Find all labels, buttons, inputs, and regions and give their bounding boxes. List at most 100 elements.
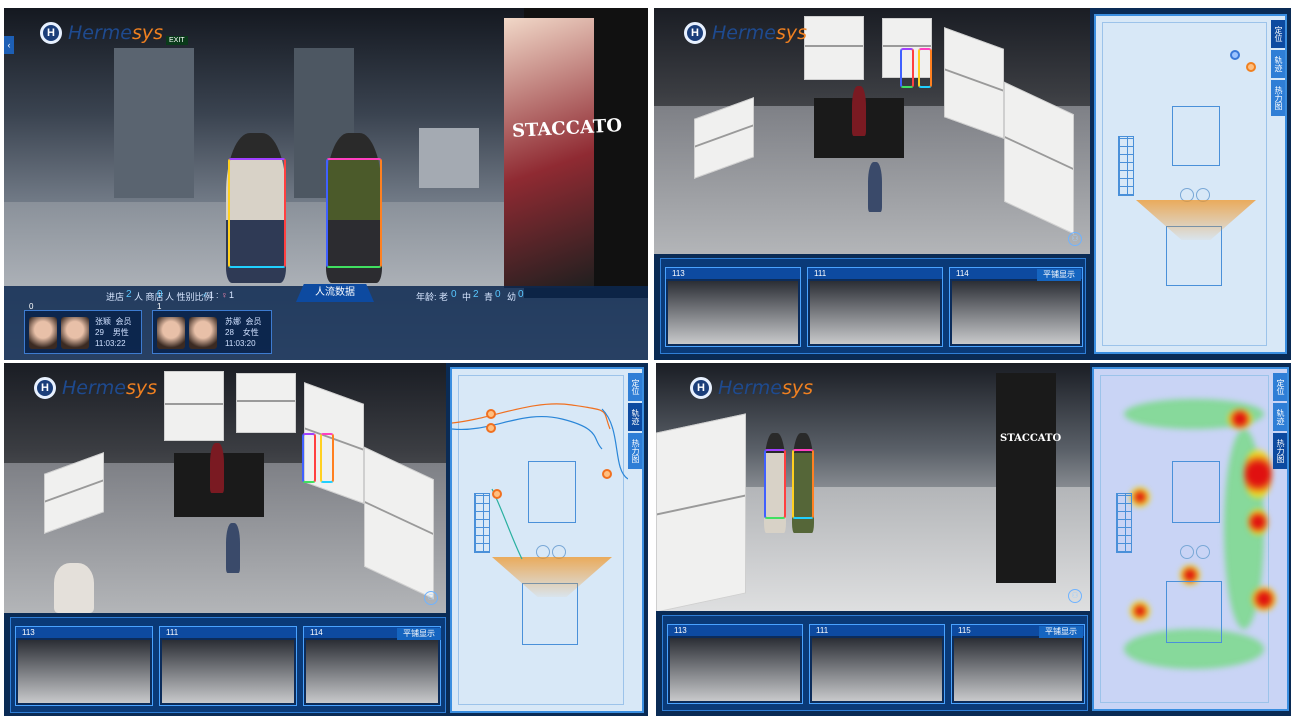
face-snapshot: [157, 317, 185, 349]
age-old-count: 0: [451, 289, 457, 300]
elevator: [114, 48, 194, 198]
tab-trajectory[interactable]: 轨迹: [628, 403, 642, 431]
heatmap-hotspot: [1244, 449, 1272, 499]
tab-trajectory[interactable]: 轨迹: [1271, 50, 1285, 78]
age-young-count: 0: [495, 289, 501, 300]
person-name: 张颖: [95, 317, 111, 326]
exit-sign: EXIT: [166, 36, 188, 45]
pose-skeleton: [792, 449, 814, 519]
grid-area: [1118, 136, 1134, 196]
room: [1172, 106, 1220, 166]
face-card[interactable]: 0 张颖 会员 29 男性 11:03:22: [24, 302, 142, 354]
camera-thumb[interactable]: 113: [665, 267, 801, 347]
heatmap-hotspot: [1248, 509, 1268, 535]
logo-text: Hermesys: [718, 377, 814, 399]
female-icon: ♀: [221, 290, 228, 300]
camera-thumb[interactable]: 113: [667, 624, 803, 704]
male-icon: ♂: [201, 290, 208, 300]
brand-logo: H Hermesys: [40, 22, 163, 44]
tab-positioning[interactable]: 定位: [628, 373, 642, 401]
person-icon[interactable]: ⚇: [1068, 589, 1082, 603]
location-dot: [486, 423, 496, 433]
brand-logo: H Hermesys: [690, 377, 813, 399]
location-dot: [486, 409, 496, 419]
floor-map-panel: 定位 轨迹 热力图: [1092, 367, 1289, 711]
age-mid-count: 2: [473, 289, 479, 300]
tab-positioning[interactable]: 定位: [1271, 20, 1285, 48]
collapse-button[interactable]: ‹: [4, 36, 14, 54]
location-dot: [602, 469, 612, 479]
person: [852, 86, 866, 136]
tab-traffic-data[interactable]: 人流数据: [296, 284, 374, 302]
camera-thumbnail-strip: 113 111 114 平铺显示: [660, 258, 1086, 354]
tile-view-button[interactable]: 平铺显示: [1039, 626, 1083, 638]
positioning-view: H Hermesys ⚇ 113 111 114 平铺显示 定位 轨迹 热力图: [654, 8, 1291, 360]
kiosk: [419, 128, 479, 188]
mall-count: 0: [157, 289, 163, 300]
face-match: [61, 317, 89, 349]
logo-mark-icon: H: [690, 377, 712, 399]
location-dot: [1230, 50, 1240, 60]
camera-id: 111: [810, 625, 944, 636]
pose-skeleton: [302, 433, 316, 483]
person: [226, 523, 240, 573]
camera-id: 111: [160, 627, 296, 638]
people-stats-bar: 进店 2 人 商店 0 人 性别比例 ♂ 1 : ♀ 1 年龄: 老 0 中 2…: [4, 284, 648, 360]
logo-mark-icon: H: [40, 22, 62, 44]
person: [210, 443, 224, 493]
trajectory-path-teal: [491, 488, 523, 560]
pose-skeleton: [228, 158, 286, 268]
pose-skeleton: [326, 158, 382, 268]
tab-heatmap[interactable]: 热力图: [628, 433, 642, 469]
trajectory-path-blue: [452, 415, 603, 450]
floor-map-panel: 定位 轨迹 热力图: [450, 367, 644, 713]
camera-thumb[interactable]: 111: [159, 626, 297, 706]
member-type: 会员: [245, 317, 262, 326]
tile-view-button[interactable]: 平铺显示: [397, 628, 441, 640]
face-card[interactable]: 1 苏娜 会员 28 女性 11:03:20: [152, 302, 272, 354]
logo-text: Hermesys: [62, 377, 158, 399]
person-icon[interactable]: ⚇: [424, 591, 438, 605]
tab-trajectory[interactable]: 轨迹: [1273, 403, 1287, 431]
tab-positioning[interactable]: 定位: [1273, 373, 1287, 401]
trajectory-view: H Hermesys ⚇ 113 111 114 平铺显示 定位 轨迹 热力图: [4, 363, 648, 716]
age-label: 年龄: 老: [416, 292, 449, 302]
person-age: 29: [95, 328, 104, 337]
shoe-shelf: [236, 373, 296, 433]
tab-heatmap[interactable]: 热力图: [1273, 433, 1287, 469]
camera-thumb[interactable]: 111: [809, 624, 945, 704]
camera-feed-store: H Hermesys ⚇: [4, 363, 446, 613]
camera-feed-store: H Hermesys ⚇: [654, 8, 1090, 254]
camera-id: 113: [668, 625, 802, 636]
person-age: 28: [225, 328, 234, 337]
brand-logo: H Hermesys: [684, 22, 807, 44]
camera-thumb[interactable]: 113: [15, 626, 153, 706]
store-sign: STACCATO: [1000, 433, 1062, 444]
heatmap-hotspot: [1130, 487, 1150, 507]
camera-feed-mall: STACCATO H Hermesys ⚇: [656, 363, 1090, 611]
logo-mark-icon: H: [684, 22, 706, 44]
age-child-label: 幼: [507, 292, 517, 302]
face-match: [189, 317, 217, 349]
person-gender: 男性: [112, 328, 129, 337]
shoe-shelf: [804, 16, 864, 80]
map-tabs: 定位 轨迹 热力图: [1273, 373, 1287, 471]
enter-label: 进店: [106, 292, 125, 302]
circle-pair: [1180, 545, 1210, 559]
age-child-count: 0: [518, 289, 524, 300]
grid-area: [1116, 493, 1132, 553]
map-tabs: 定位 轨迹 热力图: [628, 373, 642, 471]
face-card-index: 1: [157, 302, 162, 311]
heatmap-hotspot: [1252, 587, 1276, 611]
person-icon[interactable]: ⚇: [1068, 232, 1082, 246]
tile-view-button[interactable]: 平铺显示: [1037, 269, 1081, 281]
tab-heatmap[interactable]: 热力图: [1271, 80, 1285, 116]
circle-pair: [1180, 188, 1210, 202]
camera-thumb[interactable]: 111: [807, 267, 943, 347]
trajectory-path-orange: [452, 403, 611, 430]
age-young-label: 青: [484, 292, 494, 302]
shoe-shelf: [656, 413, 746, 611]
camera-thumbnail-strip: 113 111 115 平铺显示: [662, 615, 1088, 711]
shoe-shelf: [164, 371, 224, 441]
member-type: 会员: [115, 317, 132, 326]
